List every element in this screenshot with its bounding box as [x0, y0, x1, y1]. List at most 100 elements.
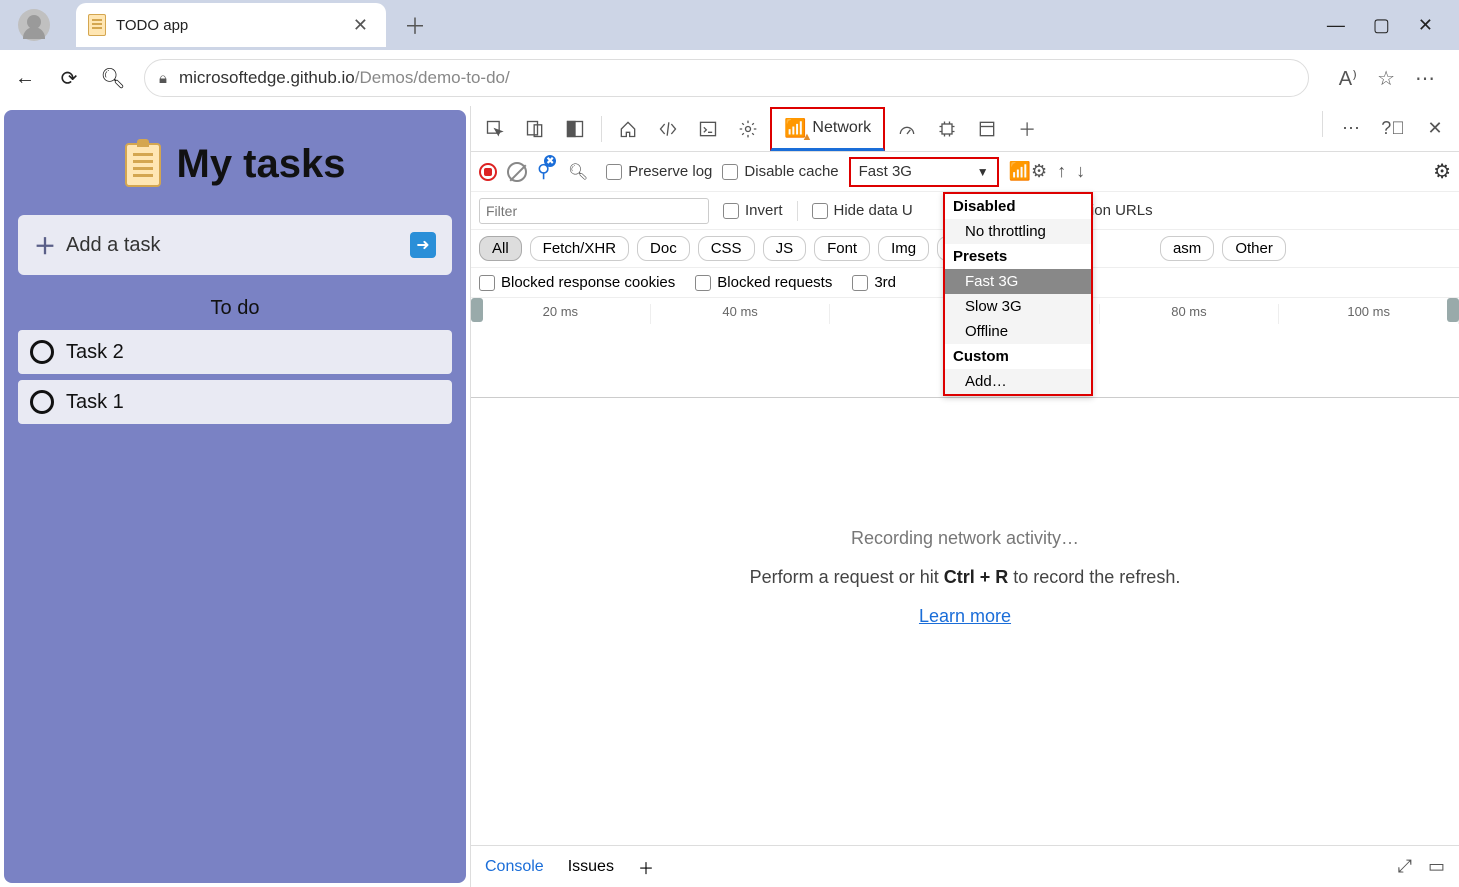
throttle-opt-slow3g[interactable]: Slow 3G — [945, 294, 1091, 319]
empty-state: Recording network activity… Perform a re… — [471, 528, 1459, 627]
timeline-scroll-handle[interactable] — [1447, 298, 1459, 322]
devtools-tabbar: 📶▲ Network ＋ ⋯ ?⃝ ✕ — [471, 106, 1459, 152]
drawer-expand-icon[interactable]: ⤢ — [1398, 856, 1412, 877]
throttle-opt-none[interactable]: No throttling — [945, 219, 1091, 244]
chip-fetch[interactable]: Fetch/XHR — [530, 236, 629, 261]
throttle-opt-add[interactable]: Add… — [945, 369, 1091, 394]
favorite-icon[interactable]: ☆ — [1377, 66, 1395, 91]
plus-icon: ＋ — [34, 229, 56, 261]
close-devtools-icon[interactable]: ✕ — [1417, 111, 1453, 147]
profile-avatar[interactable] — [18, 9, 50, 41]
chip-img[interactable]: Img — [878, 236, 929, 261]
add-task-input[interactable]: ＋ Add a task ➜ — [18, 215, 452, 275]
clear-button[interactable] — [507, 162, 527, 182]
hide-data-urls-checkbox[interactable]: Hide data U — [812, 202, 913, 219]
record-button[interactable] — [479, 163, 497, 181]
timeline-mark: 80 ms — [1100, 304, 1280, 324]
blocked-requests-checkbox[interactable]: Blocked requests — [695, 274, 832, 291]
tab-title: TODO app — [116, 17, 347, 34]
throttle-dropdown: Disabled No throttling Presets Fast 3G S… — [943, 192, 1093, 396]
import-har-icon[interactable]: ↑ — [1057, 161, 1066, 182]
url-text: microsoftedge.github.io/Demos/demo-to-do… — [179, 68, 510, 88]
throttle-opt-offline[interactable]: Offline — [945, 319, 1091, 344]
search-icon[interactable]: 🔍︎ — [560, 154, 596, 190]
chip-js[interactable]: JS — [763, 236, 807, 261]
timeline-scroll-handle[interactable] — [471, 298, 483, 322]
console-tab-icon[interactable] — [690, 111, 726, 147]
help-icon[interactable]: ?⃝ — [1375, 111, 1411, 147]
preserve-log-checkbox[interactable]: Preserve log — [606, 163, 712, 180]
panel-layout-icon[interactable] — [557, 111, 593, 147]
chip-all[interactable]: All — [479, 236, 522, 261]
chip-css[interactable]: CSS — [698, 236, 755, 261]
dropdown-header: Disabled — [945, 194, 1091, 219]
address-bar[interactable]: 🔒︎ microsoftedge.github.io/Demos/demo-to… — [144, 59, 1309, 97]
back-button[interactable]: ← — [12, 67, 38, 90]
chip-other[interactable]: Other — [1222, 236, 1286, 261]
drawer-dock-icon[interactable]: ▭ — [1428, 856, 1445, 877]
throttle-select[interactable]: Fast 3G▼ — [849, 157, 999, 187]
read-aloud-icon[interactable]: A⁾ — [1339, 66, 1357, 91]
task-item[interactable]: Task 2 — [18, 330, 452, 374]
devtools-drawer: Console Issues ＋ ⤢ ▭ — [471, 845, 1459, 887]
chip-font[interactable]: Font — [814, 236, 870, 261]
task-label: Task 1 — [66, 391, 124, 414]
window-minimize-icon[interactable]: — — [1327, 15, 1345, 36]
performance-tab-icon[interactable] — [889, 111, 925, 147]
device-toggle-icon[interactable] — [517, 111, 553, 147]
lock-icon: 🔒︎ — [159, 70, 167, 87]
settings-icon[interactable]: ⚙ — [1433, 159, 1451, 184]
window-maximize-icon[interactable]: ▢ — [1373, 15, 1390, 36]
task-checkbox[interactable] — [30, 340, 54, 364]
chip-doc[interactable]: Doc — [637, 236, 690, 261]
empty-line1: Recording network activity… — [471, 528, 1459, 549]
new-tab-button[interactable]: ＋ — [404, 9, 426, 41]
submit-task-button[interactable]: ➜ — [410, 232, 436, 258]
filter-toggle-icon[interactable]: ⚲ — [537, 161, 550, 182]
chip-wasm[interactable]: asm — [1160, 236, 1214, 261]
inspect-element-icon[interactable] — [477, 111, 513, 147]
blocked-cookies-checkbox[interactable]: Blocked response cookies — [479, 274, 675, 291]
warning-badge-icon: ▲ — [802, 131, 813, 143]
welcome-tab-icon[interactable] — [610, 111, 646, 147]
add-task-placeholder: Add a task — [66, 234, 410, 257]
network-tab[interactable]: 📶▲ Network — [770, 107, 885, 151]
invert-checkbox[interactable]: Invert — [723, 202, 783, 219]
caret-down-icon: ▼ — [977, 165, 989, 179]
task-checkbox[interactable] — [30, 390, 54, 414]
task-item[interactable]: Task 1 — [18, 380, 452, 424]
filter-input[interactable] — [479, 198, 709, 224]
empty-line2: Perform a request or hit Ctrl + R to rec… — [471, 567, 1459, 588]
export-har-icon[interactable]: ↓ — [1076, 161, 1085, 182]
sources-tab-icon[interactable] — [730, 111, 766, 147]
learn-more-link[interactable]: Learn more — [919, 606, 1011, 627]
drawer-add-icon[interactable]: ＋ — [638, 855, 654, 879]
drawer-console-tab[interactable]: Console — [485, 858, 544, 876]
search-button[interactable]: 🔍︎ — [100, 66, 126, 91]
app-title: My tasks — [12, 142, 458, 187]
browser-tab[interactable]: TODO app ✕ — [76, 3, 386, 47]
application-tab-icon[interactable] — [969, 111, 1005, 147]
timeline-mark: 100 ms — [1279, 304, 1459, 324]
section-label: To do — [12, 297, 458, 320]
refresh-button[interactable]: ⟳ — [56, 66, 82, 91]
dropdown-header: Custom — [945, 344, 1091, 369]
more-icon[interactable]: ⋯ — [1415, 66, 1435, 91]
network-tab-label: Network — [812, 119, 871, 137]
network-conditions-icon[interactable]: 📶⚙ — [1009, 161, 1048, 182]
third-party-checkbox[interactable]: 3rd — [852, 274, 896, 291]
window-close-icon[interactable]: ✕ — [1418, 15, 1433, 36]
drawer-issues-tab[interactable]: Issues — [568, 858, 614, 876]
disable-cache-checkbox[interactable]: Disable cache — [722, 163, 838, 180]
more-tools-icon[interactable]: ⋯ — [1333, 111, 1369, 147]
clipboard-icon — [125, 143, 161, 187]
devtools-panel: 📶▲ Network ＋ ⋯ ?⃝ ✕ ⚲ 🔍︎ Preserve log Di… — [470, 106, 1459, 887]
wifi-icon: 📶▲ — [784, 118, 806, 139]
tab-close-icon[interactable]: ✕ — [347, 15, 374, 36]
elements-tab-icon[interactable] — [650, 111, 686, 147]
throttle-opt-fast3g[interactable]: Fast 3G — [945, 269, 1091, 294]
task-label: Task 2 — [66, 341, 124, 364]
memory-tab-icon[interactable] — [929, 111, 965, 147]
network-toolbar: ⚲ 🔍︎ Preserve log Disable cache Fast 3G▼… — [471, 152, 1459, 192]
add-tab-icon[interactable]: ＋ — [1009, 111, 1045, 147]
